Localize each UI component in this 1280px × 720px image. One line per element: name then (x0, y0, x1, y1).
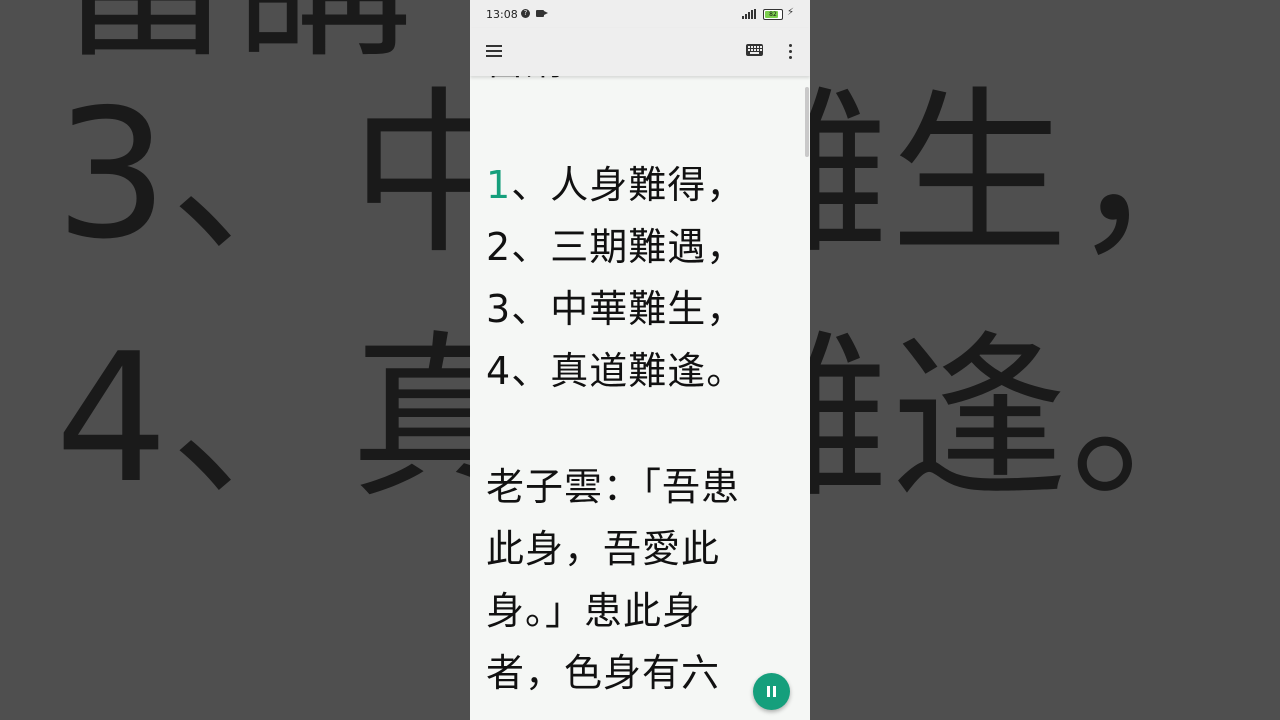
list-item-number: 4 (486, 349, 512, 393)
more-options-icon[interactable] (784, 42, 796, 62)
paragraph-line: 老子雲：「吾患 (486, 465, 741, 509)
paragraph-line: 身。」患此身 (486, 589, 702, 633)
numbered-list: 1、人身難得， 2、三期難遇， 3、中華難生， 4、真道難逢。 (486, 154, 806, 402)
list-item: 1、人身難得， (486, 154, 806, 216)
paragraph-line: 此身，吾愛此 (486, 527, 721, 571)
backdrop-line: 當講 (55, 0, 415, 68)
list-item: 2、三期難遇， (486, 216, 806, 278)
scrollbar[interactable] (805, 87, 809, 157)
status-bar: 13:08 ? 82 ⚡ (470, 0, 810, 28)
list-item-text: 、中華難生， (511, 287, 746, 331)
menu-icon[interactable] (486, 45, 502, 57)
phone-screen: 13:08 ? 82 ⚡ 當講 1、人身難得， 2、三期難遇， (470, 0, 810, 720)
list-item-number: 2 (486, 225, 512, 269)
video-camera-icon (536, 10, 548, 17)
battery-level: 82 (769, 11, 777, 18)
app-bar (470, 28, 810, 76)
charging-bolt-icon: ⚡ (787, 7, 795, 18)
list-item-text: 、真道難逢。 (511, 349, 746, 393)
signal-icon (742, 9, 758, 19)
pause-icon-bar (773, 686, 776, 697)
pause-icon (767, 686, 770, 697)
paragraph: 老子雲：「吾患 此身，吾愛此 身。」患此身 者，色身有六 (486, 456, 806, 704)
list-item-number: 1 (486, 163, 512, 207)
list-item: 4、真道難逢。 (486, 340, 806, 402)
list-item-text: 、三期難遇， (511, 225, 746, 269)
pause-button[interactable] (753, 673, 790, 710)
keyboard-icon[interactable] (746, 44, 763, 56)
list-item-text: 、人身難得， (511, 163, 746, 207)
previous-text-fragment: 當講 (486, 76, 806, 92)
status-time: 13:08 (486, 8, 518, 21)
battery-icon: 82 (763, 9, 783, 20)
list-item-number: 3 (486, 287, 512, 331)
list-item: 3、中華難生， (486, 278, 806, 340)
help-icon: ? (521, 9, 530, 18)
reader-content[interactable]: 當講 1、人身難得， 2、三期難遇， 3、中華難生， 4、真道難逢。 老子雲：「… (470, 76, 810, 720)
